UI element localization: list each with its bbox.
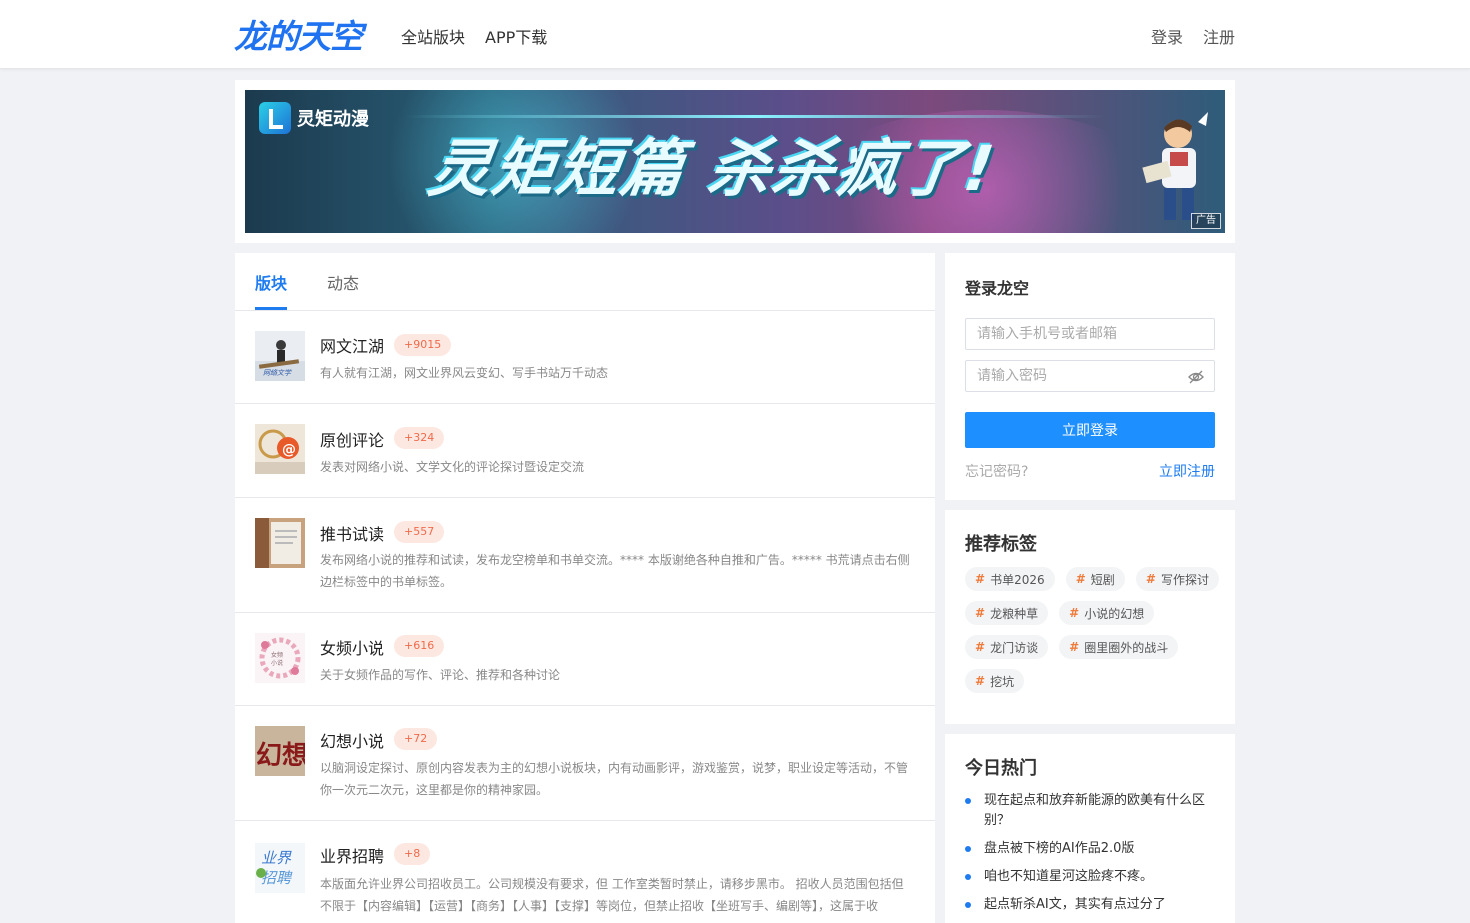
tag-label: 短剧 — [1090, 572, 1115, 587]
tag-list: # 书单2026 # 短剧 # 写作探讨 # 龙粮种草 # 小说的幻想 # 龙门访谈 # 圈里… — [965, 567, 1225, 703]
tag-chip[interactable]: # 挖坑 — [965, 669, 1025, 693]
account-input[interactable] — [965, 318, 1215, 350]
header-register-link[interactable]: 注册 — [1203, 24, 1235, 48]
board-description: 发表对网络小说、文学文化的评论探讨暨设定交流 — [320, 460, 585, 474]
tag-chip[interactable]: # 短剧 — [1065, 567, 1125, 591]
active-tab-indicator — [255, 307, 287, 310]
svg-text:网络文学: 网络文学 — [263, 369, 292, 377]
svg-text:幻想: 幻想 — [256, 741, 305, 771]
board-description: 有人就有江湖，网文业界风云变幻、写手书站万千动态 — [320, 366, 609, 380]
board-thumbnail: 网络文学 — [255, 331, 305, 381]
today-hot-card: 今日热门 现在起点和放弃新能源的欧美有什么区别？ 盘点被下榜的AI作品2.0版 … — [945, 734, 1235, 923]
header-login-link[interactable]: 登录 — [1151, 24, 1183, 48]
login-button[interactable]: 立即登录 — [965, 412, 1215, 448]
board-thumbnail: @ — [255, 424, 305, 474]
eye-slash-icon[interactable] — [1188, 369, 1204, 385]
login-card: 登录龙空 立即登录 忘记密码? 立即注册 — [945, 253, 1235, 500]
hot-topic-item[interactable]: 盘点被下榜的AI作品2.0版 — [965, 839, 1215, 859]
board-description: 以脑洞设定探讨、原创内容发表为主的幻想小说板块，内有动画影评，游戏鉴赏，说梦，职… — [320, 761, 909, 797]
board-item[interactable]: 推书试读 +557 发布网络小说的推荐和试读，发布龙空榜单和书单交流。**** … — [235, 498, 935, 613]
board-count-badge: +72 — [394, 728, 438, 750]
nav-app-download[interactable]: APP下载 — [485, 24, 547, 48]
hash-icon: # — [975, 640, 986, 654]
hash-icon: # — [975, 572, 986, 586]
tag-label: 书单2026 — [990, 572, 1045, 587]
tab-bar: 版块 动态 — [235, 253, 935, 311]
board-name[interactable]: 幻想小说 — [320, 728, 384, 752]
board-count-badge: +8 — [394, 843, 431, 865]
board-item[interactable]: 幻想 幻想小说 +72 以脑洞设定探讨、原创内容发表为主的幻想小说板块，内有动画… — [235, 706, 935, 821]
board-count-badge: +616 — [394, 635, 445, 657]
hot-card-title: 今日热门 — [965, 758, 1037, 779]
banner-brand: 灵矩动漫 — [259, 102, 369, 134]
board-name[interactable]: 女频小说 — [320, 635, 384, 659]
hash-icon: # — [1145, 572, 1156, 586]
tab-activity[interactable]: 动态 — [327, 270, 359, 294]
tags-card-title: 推荐标签 — [965, 534, 1037, 555]
board-item[interactable]: @ 原创评论 +324 发表对网络小说、文学文化的评论探讨暨设定交流 — [235, 404, 935, 498]
tag-chip[interactable]: # 龙门访谈 — [965, 635, 1049, 659]
banner-slogan: 灵矩短篇 杀杀疯了! — [424, 132, 1001, 205]
site-logo[interactable]: 龙的天空 — [234, 14, 363, 56]
tag-chip[interactable]: # 龙粮种草 — [965, 601, 1049, 625]
forgot-password-link[interactable]: 忘记密码? — [965, 461, 1028, 481]
tag-label: 龙粮种草 — [990, 606, 1039, 621]
hot-topic-item[interactable]: 咱也不知道星河这脸疼不疼。 — [965, 867, 1215, 887]
board-thumbnail: 业界 招聘 — [255, 843, 305, 893]
tab-boards[interactable]: 版块 — [255, 270, 287, 294]
hot-topic-item[interactable]: 现在起点和放弃新能源的欧美有什么区别？ — [965, 791, 1215, 831]
tag-label: 圈里圈外的战斗 — [1084, 640, 1169, 655]
board-name[interactable]: 原创评论 — [320, 427, 384, 451]
banner-container: 灵矩动漫 灵矩短篇 杀杀疯了! 广告 — [235, 80, 1235, 243]
tag-label: 挖坑 — [990, 674, 1015, 689]
nav-all-boards[interactable]: 全站版块 — [401, 24, 465, 48]
board-description: 本版面允许业界公司招收员工。公司规模没有要求，但 工作室类暂时禁止，请移步黑市。… — [320, 877, 904, 913]
board-name[interactable]: 业界招聘 — [320, 843, 384, 867]
board-thumbnail: 女频 小说 — [255, 633, 305, 683]
board-list-panel: 版块 动态 网络文学 网文江湖 +9015 有人就有江湖，网文业界风云变幻、写手… — [235, 253, 935, 923]
board-count-badge: +9015 — [394, 334, 452, 356]
hot-topic-list: 现在起点和放弃新能源的欧美有什么区别？ 盘点被下榜的AI作品2.0版 咱也不知道… — [965, 791, 1215, 923]
tag-chip[interactable]: # 写作探讨 — [1135, 567, 1219, 591]
board-item[interactable]: 女频 小说 女频小说 +616 关于女频作品的写作、评论、推荐和各种讨论 — [235, 613, 935, 706]
board-name[interactable]: 网文江湖 — [320, 333, 384, 357]
board-item[interactable]: 业界 招聘 业界招聘 +8 本版面允许业界公司招收员工。公司规模没有要求，但 工… — [235, 821, 935, 923]
tag-label: 小说的幻想 — [1084, 606, 1145, 621]
hash-icon: # — [975, 674, 986, 688]
tag-label: 龙门访谈 — [990, 640, 1039, 655]
svg-text:小说: 小说 — [271, 659, 283, 667]
board-thumbnail — [255, 518, 305, 568]
hash-icon: # — [1069, 640, 1080, 654]
tag-chip[interactable]: # 圈里圈外的战斗 — [1059, 635, 1179, 659]
ad-label: 广告 — [1191, 213, 1221, 229]
tag-chip[interactable]: # 书单2026 — [965, 567, 1055, 591]
login-card-title: 登录龙空 — [965, 279, 1030, 298]
board-item[interactable]: 网络文学 网文江湖 +9015 有人就有江湖，网文业界风云变幻、写手书站万千动态 — [235, 311, 935, 404]
hash-icon: # — [975, 606, 986, 620]
cartoon-figure-icon — [1142, 112, 1208, 220]
board-description: 关于女频作品的写作、评论、推荐和各种讨论 — [320, 668, 561, 682]
board-description: 发布网络小说的推荐和试读，发布龙空榜单和书单交流。**** 本版谢绝各种自推和广… — [320, 553, 910, 589]
password-input[interactable] — [965, 360, 1215, 392]
svg-text:女频: 女频 — [271, 651, 283, 659]
hash-icon: # — [1069, 606, 1080, 620]
tag-chip[interactable]: # 小说的幻想 — [1059, 601, 1155, 625]
board-name[interactable]: 推书试读 — [320, 521, 384, 545]
board-thumbnail: 幻想 — [255, 726, 305, 776]
register-link[interactable]: 立即注册 — [1159, 461, 1215, 481]
hash-icon: # — [1075, 572, 1086, 586]
banner-brand-name: 灵矩动漫 — [297, 109, 369, 130]
svg-text:业界: 业界 — [261, 849, 292, 867]
top-header: 龙的天空 全站版块 APP下载 登录 注册 — [0, 0, 1470, 69]
ad-banner[interactable]: 灵矩动漫 灵矩短篇 杀杀疯了! 广告 — [245, 90, 1225, 233]
hot-topic-item[interactable]: 起点斩杀AI文，其实有点过分了 — [965, 895, 1215, 915]
recommended-tags-card: 推荐标签 # 书单2026 # 短剧 # 写作探讨 # 龙粮种草 # 小说的幻想 # 龙门访… — [945, 510, 1235, 724]
board-count-badge: +324 — [394, 427, 445, 449]
brand-logo-icon — [259, 102, 291, 134]
svg-text:@: @ — [282, 442, 296, 458]
board-count-badge: +557 — [394, 521, 445, 543]
tag-label: 写作探讨 — [1160, 572, 1209, 587]
